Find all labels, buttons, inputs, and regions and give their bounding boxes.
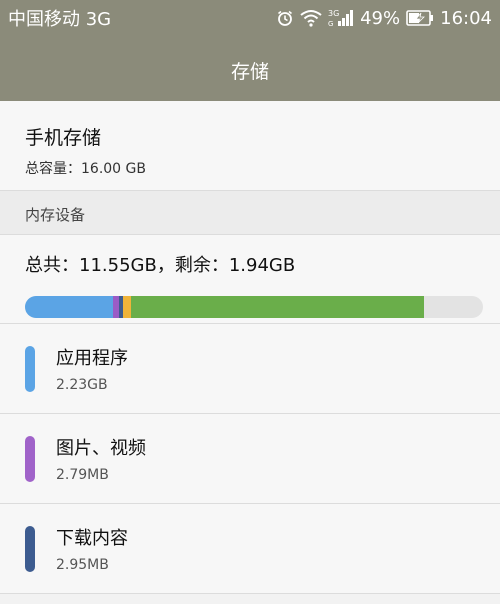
signal-icon: 3G G xyxy=(328,8,354,28)
category-size: 2.95MB xyxy=(56,557,109,573)
category-color-indicator xyxy=(25,345,35,392)
category-color-indicator xyxy=(25,525,35,572)
alarm-icon xyxy=(276,9,294,27)
usage-segment-4 xyxy=(130,296,424,318)
storage-category-item[interactable]: 图片、视频 2.79MB xyxy=(0,414,500,504)
storage-usage-bar xyxy=(25,296,483,318)
top-bar: 中国移动 3G 3G G 49% 16:04 存储 xyxy=(0,0,500,101)
svg-text:G: G xyxy=(328,20,333,28)
carrier-label: 中国移动 3G xyxy=(8,9,112,30)
battery-percent: 49% xyxy=(360,7,401,29)
category-color-indicator xyxy=(25,435,35,482)
category-label: 下载内容 xyxy=(56,528,128,549)
usage-segment-0 xyxy=(25,296,114,318)
internal-storage-header: 内存设备 xyxy=(0,191,500,235)
storage-summary-text: 总共：11.55GB，剩余：1.94GB xyxy=(25,255,296,276)
clock: 16:04 xyxy=(440,7,492,29)
battery-charging-icon xyxy=(406,10,434,26)
status-bar: 中国移动 3G 3G G 49% 16:04 xyxy=(0,0,500,36)
phone-storage-total: 总容量：16.00 GB xyxy=(25,161,146,177)
svg-text:3G: 3G xyxy=(328,9,339,18)
phone-storage-card[interactable]: 手机存储 总容量：16.00 GB xyxy=(0,101,500,191)
category-label: 应用程序 xyxy=(56,348,128,369)
phone-storage-title: 手机存储 xyxy=(25,127,102,149)
category-size: 2.23GB xyxy=(56,377,108,393)
category-size: 2.79MB xyxy=(56,467,109,483)
usage-segment-3 xyxy=(122,296,131,318)
storage-summary: 总共：11.55GB，剩余：1.94GB xyxy=(0,235,500,324)
status-icons: 3G G 49% 16:04 xyxy=(276,8,492,29)
wifi-icon xyxy=(300,9,322,27)
category-label: 图片、视频 xyxy=(56,438,146,459)
page-title: 存储 xyxy=(230,61,269,83)
storage-category-item[interactable]: 下载内容 2.95MB xyxy=(0,504,500,594)
storage-category-item[interactable]: 应用程序 2.23GB xyxy=(0,324,500,414)
